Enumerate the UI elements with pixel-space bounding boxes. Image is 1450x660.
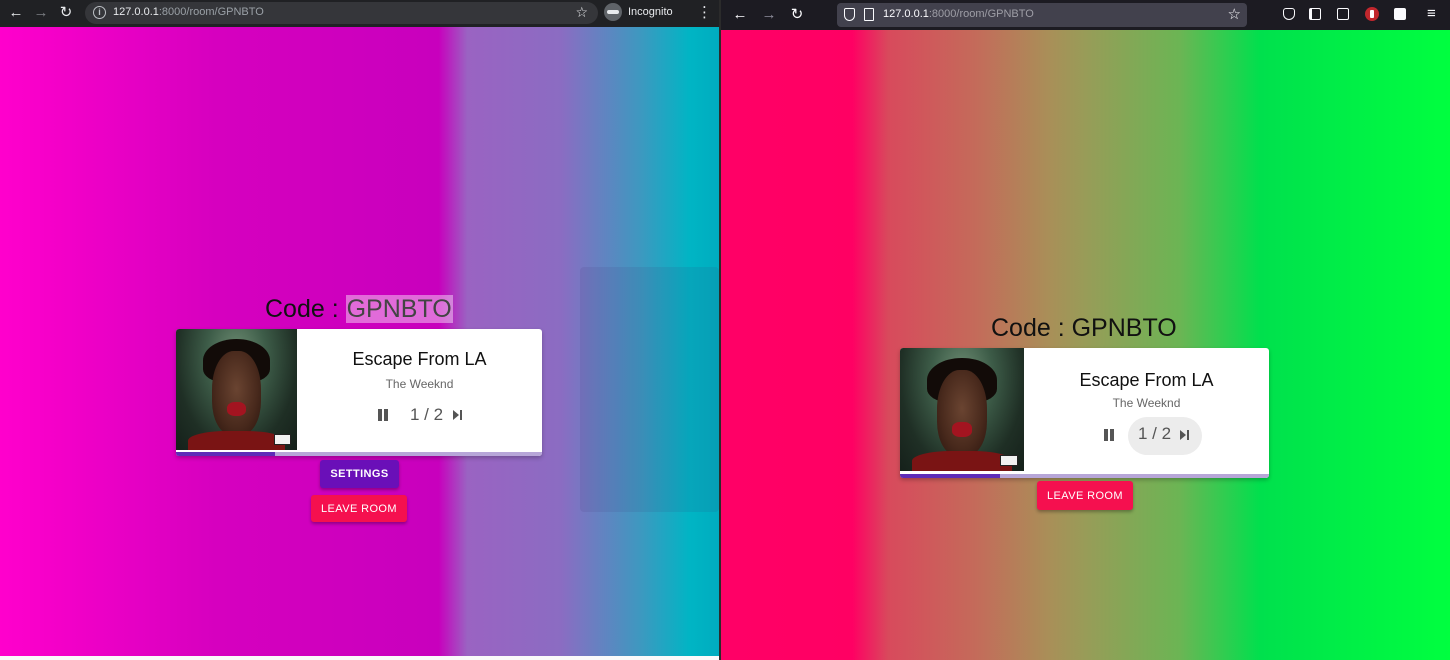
reload-icon[interactable]: ↻ <box>56 3 76 23</box>
album-cover <box>900 348 1024 471</box>
song-artist: The Weeknd <box>385 377 454 391</box>
firefox-toolbar: ← → ↻ 127.0.0.1:8000/room/GPNBTO ☆ ≡ <box>721 0 1450 30</box>
kebab-menu-icon[interactable]: ⋮ <box>697 3 712 21</box>
ublock-icon[interactable] <box>1365 7 1379 21</box>
window-bottom-edge <box>0 656 719 660</box>
music-player-card: Escape From LA The Weeknd 1 / 2 <box>900 348 1269 478</box>
song-title: Escape From LA <box>352 349 487 369</box>
firefox-window: ← → ↻ 127.0.0.1:8000/room/GPNBTO ☆ ≡ Cod… <box>721 0 1450 660</box>
skip-votes: 1 / 2 <box>410 405 444 424</box>
room-code-heading: Code : GPNBTO <box>991 314 1177 343</box>
leave-room-button[interactable]: LEAVE ROOM <box>311 495 407 522</box>
song-progress-bar <box>900 474 1269 478</box>
pause-icon[interactable] <box>1103 429 1115 441</box>
sidebar-icon[interactable] <box>1337 8 1349 20</box>
room-code-label: Code : <box>265 295 346 323</box>
album-cover <box>176 329 297 450</box>
song-title: Escape From LA <box>1079 370 1214 390</box>
incognito-label: Incognito <box>628 6 673 18</box>
chrome-toolbar: ← → ↻ i 127.0.0.1:8000/room/GPNBTO ☆ Inc… <box>0 0 719 27</box>
leave-room-button[interactable]: LEAVE ROOM <box>1037 481 1133 510</box>
address-bar[interactable]: 127.0.0.1:8000/room/GPNBTO ☆ <box>837 3 1247 27</box>
music-player-card: Escape From LA The Weeknd 1 / 2 <box>176 329 542 456</box>
star-icon[interactable]: ☆ <box>1228 5 1241 23</box>
room-code-value: GPNBTO <box>1071 314 1177 342</box>
forward-icon[interactable]: → <box>759 5 779 25</box>
room-code-heading: Code : GPNBTO <box>265 295 453 324</box>
extension-icon[interactable] <box>1394 8 1406 20</box>
pocket-icon[interactable] <box>1283 8 1295 20</box>
tracking-protection-icon[interactable] <box>844 8 855 21</box>
incognito-icon <box>604 3 622 21</box>
settings-button[interactable]: SETTINGS <box>320 460 399 488</box>
forward-icon[interactable]: → <box>31 3 51 23</box>
hamburger-menu-icon[interactable]: ≡ <box>1427 5 1436 22</box>
song-progress-fill <box>176 452 275 456</box>
info-icon[interactable]: i <box>93 6 106 19</box>
address-bar[interactable]: i 127.0.0.1:8000/room/GPNBTO ☆ <box>85 2 598 24</box>
song-artist: The Weeknd <box>1112 396 1181 410</box>
skip-next-icon[interactable] <box>1180 430 1190 440</box>
page-background: Code : GPNBTO Escape From LA The Weeknd … <box>721 30 1450 660</box>
page-info-icon[interactable] <box>864 8 874 21</box>
library-icon[interactable] <box>1309 8 1321 20</box>
back-icon[interactable]: ← <box>6 3 26 23</box>
back-icon[interactable]: ← <box>730 5 750 25</box>
room-code-label: Code : <box>991 314 1072 342</box>
song-progress-bar <box>176 452 542 456</box>
reload-icon[interactable]: ↻ <box>787 5 807 25</box>
background-overlay <box>580 267 719 512</box>
address-url[interactable]: 127.0.0.1:8000/room/GPNBTO <box>113 6 264 18</box>
address-url[interactable]: 127.0.0.1:8000/room/GPNBTO <box>883 8 1034 20</box>
page-background: Code : GPNBTO Escape From LA The Weeknd … <box>0 27 719 656</box>
room-code-value: GPNBTO <box>345 295 453 323</box>
skip-button[interactable]: 1 / 2 <box>1138 424 1171 444</box>
skip-votes: 1 / 2 <box>1138 424 1172 443</box>
star-icon[interactable]: ☆ <box>575 4 588 21</box>
skip-next-icon[interactable] <box>453 410 463 420</box>
skip-button[interactable]: 1 / 2 <box>410 405 443 425</box>
song-progress-fill <box>900 474 1000 478</box>
chrome-window: ← → ↻ i 127.0.0.1:8000/room/GPNBTO ☆ Inc… <box>0 0 719 660</box>
pause-icon[interactable] <box>377 409 389 421</box>
